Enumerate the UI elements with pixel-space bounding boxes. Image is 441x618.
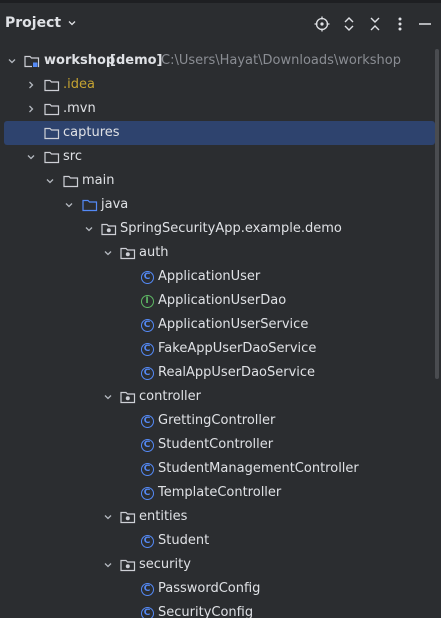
tree-label-class[interactable]: Student — [158, 529, 209, 553]
tree-node-class[interactable]: C TemplateController — [0, 481, 441, 505]
chevron-down-icon[interactable] — [102, 385, 114, 409]
tree-label-security[interactable]: security — [139, 553, 191, 577]
tree-label-package[interactable]: SpringSecurityApp.example.demo — [120, 217, 342, 241]
tree-node-class[interactable]: C FakeAppUserDaoService — [0, 337, 441, 361]
tree-label-idea[interactable]: .idea — [63, 73, 95, 97]
tree-label-class[interactable]: RealAppUserDaoService — [158, 361, 315, 385]
project-path-label: C:\Users\Hayat\Downloads\workshop — [161, 53, 401, 68]
package-icon — [120, 553, 136, 577]
collapse-all-icon[interactable] — [366, 15, 384, 33]
tree-node-mvn[interactable]: .mvn — [0, 97, 441, 121]
tree-node-entities[interactable]: entities — [0, 505, 441, 529]
tree-label-class[interactable]: ApplicationUser — [158, 265, 260, 289]
class-icon: C — [139, 577, 155, 601]
class-icon: C — [139, 529, 155, 553]
module-name-label: [demo] — [110, 53, 163, 68]
tree-node-main[interactable]: main — [0, 169, 441, 193]
tree-node-captures[interactable]: captures — [4, 121, 435, 145]
tree-label-class[interactable]: StudentManagementController — [158, 457, 359, 481]
class-icon: C — [139, 361, 155, 385]
tree-node-idea[interactable]: .idea — [0, 73, 441, 97]
chevron-down-icon[interactable] — [102, 241, 114, 265]
hide-icon[interactable] — [416, 15, 434, 33]
class-icon: C — [139, 337, 155, 361]
tree-node-class[interactable]: C ApplicationUserService — [0, 313, 441, 337]
package-icon — [120, 241, 136, 265]
folder-icon — [63, 169, 79, 193]
expand-all-icon[interactable] — [340, 15, 358, 33]
tree-node-auth[interactable]: auth — [0, 241, 441, 265]
chevron-down-icon[interactable] — [44, 169, 56, 193]
tool-window-header: Project — [0, 3, 441, 45]
tree-label-class[interactable]: FakeAppUserDaoService — [158, 337, 316, 361]
chevron-right-icon[interactable] — [25, 73, 37, 97]
module-folder-icon — [24, 49, 40, 73]
tree-node-class[interactable]: C GrettingController — [0, 409, 441, 433]
chevron-down-icon[interactable] — [102, 505, 114, 529]
project-view-selector[interactable]: Project — [5, 15, 77, 31]
tree-node-java[interactable]: java — [0, 193, 441, 217]
chevron-down-icon — [68, 21, 76, 26]
tree-label-class[interactable]: PasswordConfig — [158, 577, 260, 601]
tree-node-class[interactable]: C StudentManagementController — [0, 457, 441, 481]
tree-node-src[interactable]: src — [0, 145, 441, 169]
project-tree: workshop [demo] C:\Users\Hayat\Downloads… — [0, 49, 441, 618]
tree-label-class[interactable]: ApplicationUserService — [158, 313, 308, 337]
class-icon: C — [139, 313, 155, 337]
tree-label-class[interactable]: StudentController — [158, 433, 273, 457]
tree-node-security[interactable]: security — [0, 553, 441, 577]
tree-node-controller[interactable]: controller — [0, 385, 441, 409]
folder-icon — [44, 145, 60, 169]
locate-icon[interactable] — [313, 15, 331, 33]
tree-label-entities[interactable]: entities — [139, 505, 187, 529]
package-icon — [120, 385, 136, 409]
tree-label-class[interactable]: TemplateController — [158, 481, 281, 505]
source-folder-icon — [82, 193, 98, 217]
tree-node-class[interactable]: C RealAppUserDaoService — [0, 361, 441, 385]
tree-label-workshop[interactable]: workshop — [44, 49, 115, 73]
package-icon — [101, 217, 117, 241]
tree-node-class[interactable]: C SecurityConfig — [0, 601, 441, 618]
tree-label-interface[interactable]: ApplicationUserDao — [158, 289, 286, 313]
tree-label-auth[interactable]: auth — [139, 241, 169, 265]
tree-label-class[interactable]: SecurityConfig — [158, 601, 253, 618]
folder-icon — [44, 97, 60, 121]
chevron-down-icon[interactable] — [63, 193, 75, 217]
chevron-down-icon[interactable] — [6, 49, 18, 73]
tree-node-class[interactable]: C PasswordConfig — [0, 577, 441, 601]
tree-node-class[interactable]: C StudentController — [0, 433, 441, 457]
more-options-icon[interactable] — [391, 15, 409, 33]
tree-label-mvn[interactable]: .mvn — [63, 97, 96, 121]
class-icon: C — [139, 601, 155, 618]
chevron-down-icon[interactable] — [25, 145, 37, 169]
tree-node-package[interactable]: SpringSecurityApp.example.demo — [0, 217, 441, 241]
tree-label-class[interactable]: GrettingController — [158, 409, 275, 433]
project-tool-window: Project workshop [demo] C:\Users\Hayat\D… — [0, 0, 441, 618]
tree-label-captures[interactable]: captures — [63, 121, 120, 145]
chevron-right-icon[interactable] — [25, 97, 37, 121]
class-icon: C — [139, 457, 155, 481]
tree-node-class[interactable]: C ApplicationUser — [0, 265, 441, 289]
folder-icon — [44, 73, 60, 97]
tree-node-workshop[interactable]: workshop [demo] C:\Users\Hayat\Downloads… — [0, 49, 441, 73]
class-icon: C — [139, 409, 155, 433]
chevron-down-icon[interactable] — [102, 553, 114, 577]
tree-label-java[interactable]: java — [101, 193, 128, 217]
project-title: Project — [5, 15, 62, 31]
package-icon — [120, 505, 136, 529]
class-icon: C — [139, 481, 155, 505]
chevron-down-icon[interactable] — [83, 217, 95, 241]
tree-node-interface[interactable]: I ApplicationUserDao — [0, 289, 441, 313]
tree-label-controller[interactable]: controller — [139, 385, 201, 409]
folder-icon — [44, 121, 60, 145]
tree-label-main[interactable]: main — [82, 169, 114, 193]
tree-node-class[interactable]: C Student — [0, 529, 441, 553]
class-icon: C — [139, 433, 155, 457]
tree-label-src[interactable]: src — [63, 145, 82, 169]
class-icon: C — [139, 265, 155, 289]
interface-icon: I — [139, 289, 155, 313]
